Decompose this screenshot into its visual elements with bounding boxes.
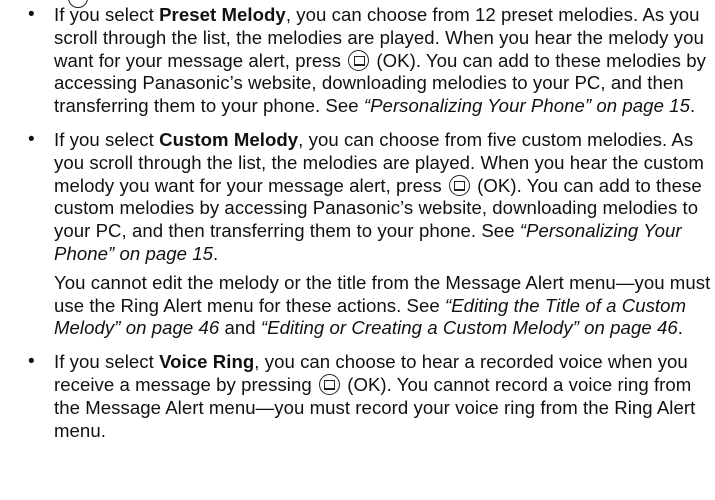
list-item-voice-ring: • If you select Voice Ring, you can choo… (22, 351, 712, 442)
paragraph: If you select Custom Melody, you can cho… (54, 129, 712, 266)
manual-page: • If you select Preset Melody, you can c… (0, 0, 715, 500)
text: If you select (54, 4, 160, 25)
text: If you select (54, 128, 160, 150)
text: . (689, 95, 696, 117)
option-name: Custom Melody (159, 128, 299, 150)
paragraph: If you select Preset Melody, you can cho… (54, 4, 712, 118)
bullet: • (28, 128, 35, 150)
text: . (677, 317, 683, 339)
ok-softkey-icon (448, 174, 470, 196)
paragraph: If you select Voice Ring, you can choose… (54, 351, 712, 442)
ok-softkey-icon (318, 373, 340, 395)
bullet: • (28, 4, 35, 25)
text: and (219, 317, 261, 339)
ok-softkey-icon (348, 49, 370, 71)
text: . (213, 242, 219, 264)
text: If you select (54, 351, 160, 373)
list-item-custom-melody: • If you select Custom Melody, you can c… (22, 129, 712, 340)
option-name: Preset Melody (159, 4, 286, 25)
cross-reference: “Editing or Creating a Custom Melody” on… (260, 317, 678, 339)
bullet-list: • If you select Preset Melody, you can c… (22, 4, 712, 453)
option-name: Voice Ring (159, 351, 255, 373)
cross-reference: “Personalizing Your Phone” on page 15 (363, 95, 690, 117)
list-item-preset-melody: • If you select Preset Melody, you can c… (22, 4, 712, 118)
bullet: • (28, 351, 35, 373)
paragraph-note: You cannot edit the melody or the title … (54, 272, 712, 340)
